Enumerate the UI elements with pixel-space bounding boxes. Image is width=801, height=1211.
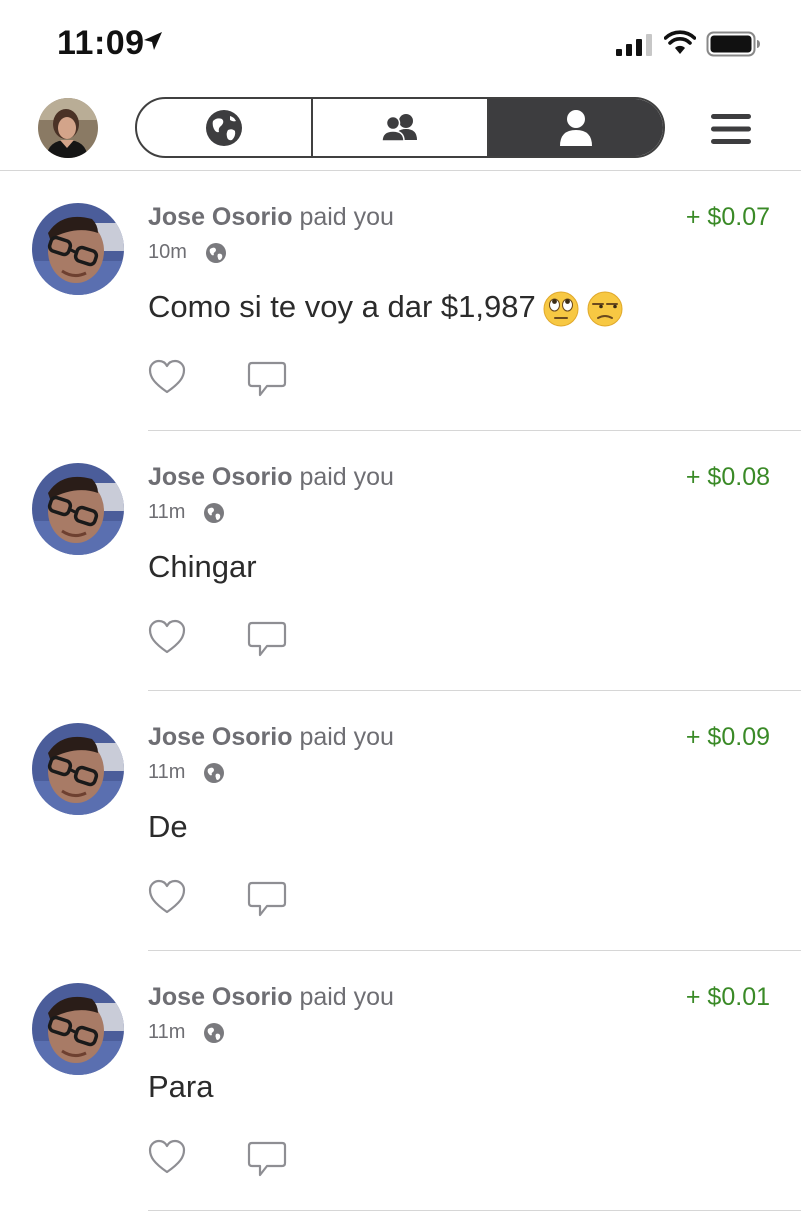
- payment-amount: + $0.09: [685, 723, 770, 751]
- payment-amount: + $0.01: [685, 983, 770, 1011]
- story-meta: 11m: [148, 761, 225, 784]
- heart-icon[interactable]: [148, 359, 186, 395]
- user-avatar-image: [32, 463, 124, 555]
- comment-icon[interactable]: [247, 361, 287, 399]
- feed-story: Jose Osorio paid you + $0.01 11m Para: [0, 951, 801, 1211]
- person-icon: [560, 109, 592, 146]
- public-globe-icon: [205, 242, 227, 264]
- story-headline: Jose Osorio paid you: [148, 723, 394, 752]
- story-message-text: Para: [148, 1069, 214, 1104]
- user-avatar-image: [32, 203, 124, 295]
- tab-friends-feed[interactable]: [311, 99, 487, 156]
- story-meta: 11m: [148, 501, 225, 524]
- wifi-icon: [664, 30, 696, 54]
- public-globe-icon: [203, 1022, 225, 1044]
- payment-amount: + $0.08: [685, 463, 770, 491]
- heart-icon[interactable]: [148, 619, 186, 655]
- story-action: paid you: [292, 983, 394, 1011]
- feed-filter-segmented-control: [135, 97, 665, 158]
- unamused-face-emoji-icon: [587, 291, 623, 327]
- user-avatar[interactable]: [32, 463, 124, 555]
- story-headline: Jose Osorio paid you: [148, 983, 394, 1012]
- story-headline: Jose Osorio paid you: [148, 463, 394, 492]
- tab-personal-feed[interactable]: [487, 99, 663, 156]
- public-globe-icon: [203, 502, 225, 524]
- story-timestamp: 10m: [148, 241, 187, 263]
- story-message: Como si te voy a dar $1,987: [148, 289, 624, 328]
- comment-icon[interactable]: [247, 881, 287, 919]
- message-emojis: [536, 289, 624, 327]
- user-avatar-image: [32, 723, 124, 815]
- profile-avatar[interactable]: [38, 98, 98, 158]
- user-avatar[interactable]: [32, 723, 124, 815]
- user-avatar[interactable]: [32, 203, 124, 295]
- user-name-link[interactable]: Jose Osorio: [148, 983, 293, 1011]
- nav-bar: [0, 88, 801, 171]
- story-message-text: Como si te voy a dar $1,987: [148, 289, 536, 324]
- status-time: 11:09: [57, 24, 145, 62]
- comment-icon[interactable]: [247, 1141, 287, 1179]
- story-message: De: [148, 809, 188, 845]
- heart-icon[interactable]: [148, 1139, 186, 1175]
- user-avatar[interactable]: [32, 983, 124, 1075]
- story-message: Chingar: [148, 549, 257, 585]
- rolling-eyes-emoji-icon: [543, 291, 579, 327]
- status-bar: 11:09: [0, 0, 801, 88]
- globe-icon: [206, 109, 242, 146]
- location-arrow-icon: [144, 32, 162, 50]
- story-message-text: Chingar: [148, 549, 257, 584]
- story-action: paid you: [292, 463, 394, 491]
- feed-story: Jose Osorio paid you + $0.07 10m Como si…: [0, 171, 801, 431]
- story-meta: 11m: [148, 1021, 225, 1044]
- hamburger-menu-icon[interactable]: [711, 112, 751, 146]
- heart-icon[interactable]: [148, 879, 186, 915]
- feed-story: Jose Osorio paid you + $0.09 11m De: [0, 691, 801, 951]
- profile-avatar-image: [38, 98, 98, 158]
- battery-icon: [706, 31, 760, 57]
- comment-icon[interactable]: [247, 621, 287, 659]
- story-headline: Jose Osorio paid you: [148, 203, 394, 232]
- feed-story: Jose Osorio paid you + $0.08 11m Chingar: [0, 431, 801, 691]
- story-timestamp: 11m: [148, 1021, 186, 1043]
- user-name-link[interactable]: Jose Osorio: [148, 463, 293, 491]
- story-meta: 10m: [148, 241, 227, 264]
- story-timestamp: 11m: [148, 501, 186, 523]
- story-action: paid you: [292, 723, 394, 751]
- user-name-link[interactable]: Jose Osorio: [148, 203, 293, 231]
- public-globe-icon: [203, 762, 225, 784]
- activity-feed: Jose Osorio paid you + $0.07 10m Como si…: [0, 171, 801, 1211]
- user-avatar-image: [32, 983, 124, 1075]
- payment-amount: + $0.07: [685, 203, 770, 231]
- story-message: Para: [148, 1069, 213, 1105]
- cellular-signal-icon: [616, 34, 652, 56]
- user-name-link[interactable]: Jose Osorio: [148, 723, 293, 751]
- story-timestamp: 11m: [148, 761, 186, 783]
- tab-public-feed[interactable]: [137, 99, 311, 156]
- story-message-text: De: [148, 809, 188, 844]
- friends-icon: [381, 113, 417, 142]
- story-action: paid you: [292, 203, 394, 231]
